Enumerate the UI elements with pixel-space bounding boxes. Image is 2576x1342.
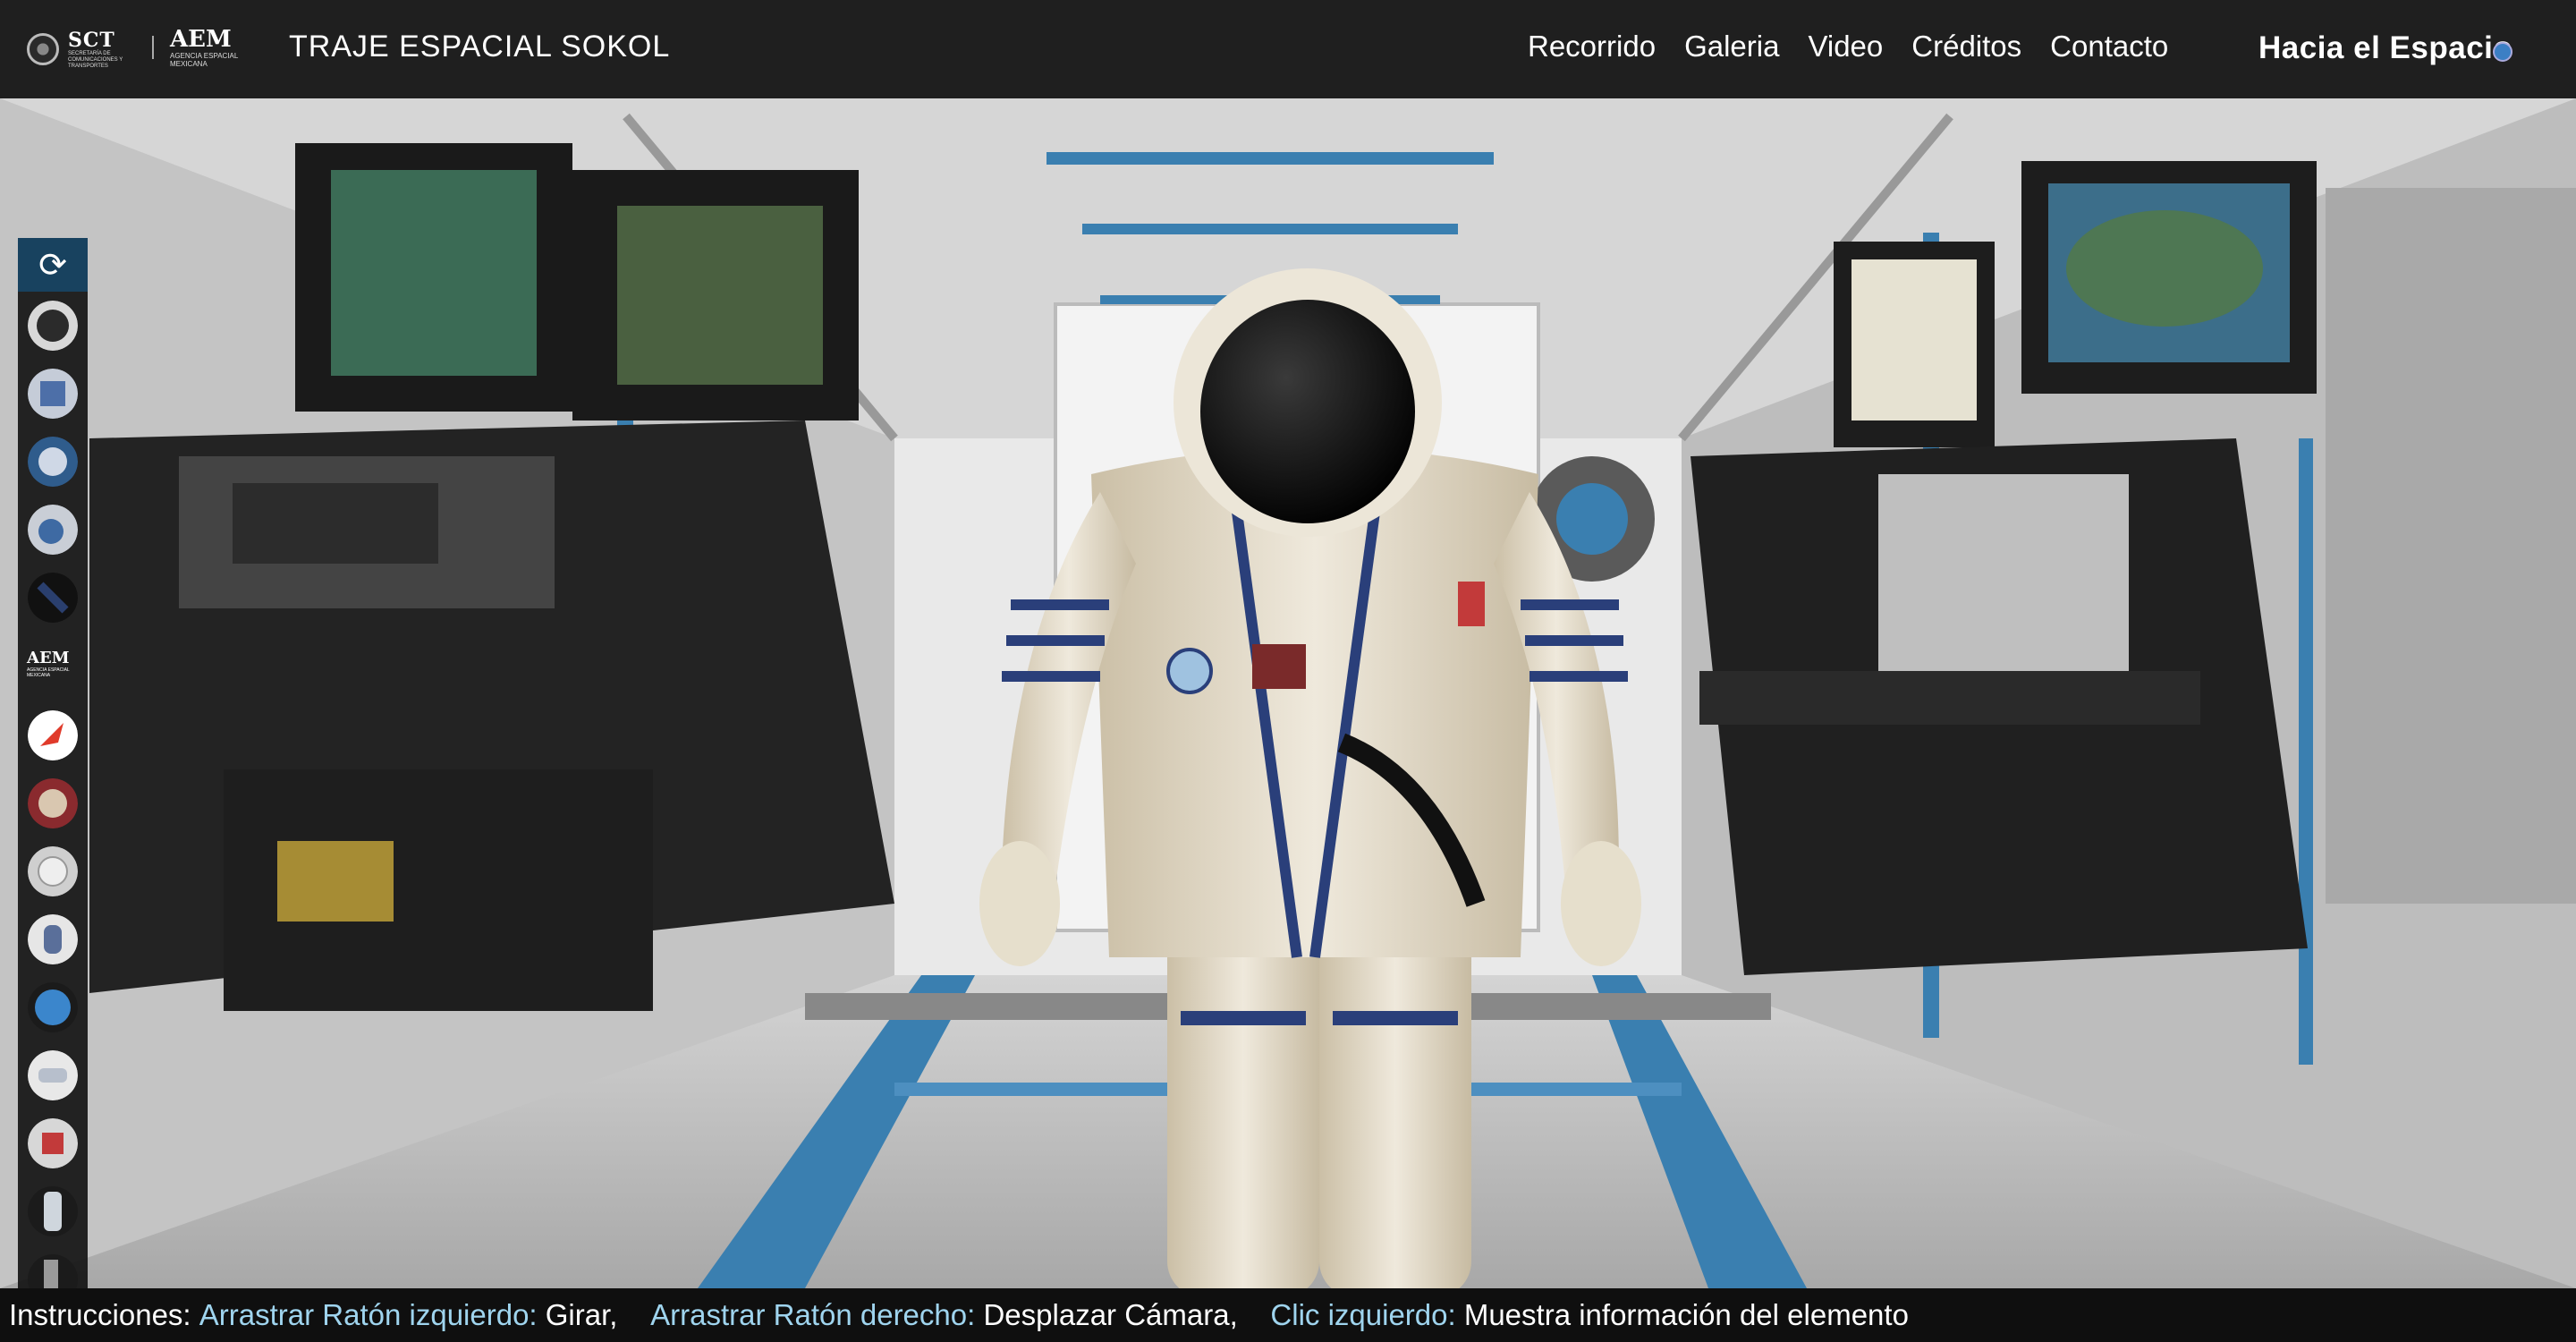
- instructions-bar: Instrucciones: Arrastrar Ratón izquierdo…: [0, 1288, 2576, 1342]
- sidebar-item-gauge[interactable]: [28, 846, 78, 896]
- aem-logo-name: AEM: [170, 26, 232, 53]
- nav-video[interactable]: Video: [1808, 30, 1883, 64]
- sidebar-item-valve[interactable]: [28, 505, 78, 555]
- main-nav: Recorrido Galeria Video Créditos Contact…: [1528, 30, 2168, 64]
- sidebar-item-aem[interactable]: AEM Agencia Espacial Mexicana: [27, 650, 80, 691]
- instruction-value-click: Muestra información del elemento: [1455, 1298, 1909, 1331]
- sidebar-item-mission-patch[interactable]: [28, 778, 78, 828]
- station-interior-render[interactable]: [0, 98, 2576, 1288]
- logo-divider: [152, 36, 154, 59]
- sidebar-item-roscosmos[interactable]: [28, 710, 78, 760]
- sidebar-item-cable[interactable]: [28, 573, 78, 623]
- part-sidebar: ⟳ AEM Agencia Espacial Mexicana: [18, 238, 88, 1288]
- sct-seal-icon: [27, 33, 59, 65]
- instruction-key-pan: Arrastrar Ratón derecho:: [650, 1298, 976, 1331]
- sidebar-item-patch[interactable]: [28, 1118, 78, 1168]
- nav-galeria[interactable]: Galeria: [1684, 30, 1779, 64]
- instruction-value-rotate: Girar,: [537, 1298, 651, 1331]
- nav-contacto[interactable]: Contacto: [2050, 30, 2168, 64]
- sct-logo-subtitle: Secretaría de Comunicaciones y Transport…: [68, 50, 123, 69]
- helmet-visor: [1200, 300, 1415, 523]
- sidebar-aem-subtitle: Agencia Espacial Mexicana: [27, 667, 70, 678]
- sidebar-item-boot[interactable]: [28, 1254, 78, 1288]
- brand-logo[interactable]: Hacia el Espacio: [2258, 30, 2512, 66]
- instruction-key-click: Clic izquierdo:: [1270, 1298, 1456, 1331]
- sidebar-item-glove[interactable]: [28, 914, 78, 964]
- instruction-key-rotate: Arrastrar Ratón izquierdo:: [199, 1298, 538, 1331]
- instruction-value-pan: Desplazar Cámara,: [975, 1298, 1271, 1331]
- aem-logo-subtitle: Agencia Espacial Mexicana: [170, 52, 239, 68]
- nav-recorrido[interactable]: Recorrido: [1528, 30, 1656, 64]
- top-header: SCT Secretaría de Comunicaciones y Trans…: [0, 0, 2576, 98]
- brand-dot-icon: [2493, 42, 2512, 62]
- sidebar-item-chest[interactable]: [28, 369, 78, 419]
- sidebar-item-blue-button[interactable]: [28, 982, 78, 1032]
- reset-view-button[interactable]: ⟳: [18, 238, 88, 292]
- refresh-icon: ⟳: [38, 246, 67, 285]
- aem-logo[interactable]: AEM Agencia Espacial Mexicana: [170, 27, 268, 68]
- instructions-prefix: Instrucciones:: [9, 1298, 199, 1331]
- sct-logo[interactable]: SCT Secretaría de Comunicaciones y Trans…: [27, 27, 157, 72]
- sidebar-item-visor[interactable]: [28, 437, 78, 487]
- 3d-viewport[interactable]: ⟳ AEM Agencia Espacial Mexicana: [0, 98, 2576, 1288]
- sct-logo-name: SCT: [68, 28, 115, 52]
- page-title: TRAJE ESPACIAL SOKOL: [289, 30, 671, 64]
- sidebar-aem-label: AEM: [27, 649, 70, 667]
- sidebar-item-helmet[interactable]: [28, 301, 78, 351]
- nav-creditos[interactable]: Créditos: [1911, 30, 2021, 64]
- sidebar-item-arm[interactable]: [28, 1050, 78, 1100]
- sidebar-item-leg[interactable]: [28, 1186, 78, 1236]
